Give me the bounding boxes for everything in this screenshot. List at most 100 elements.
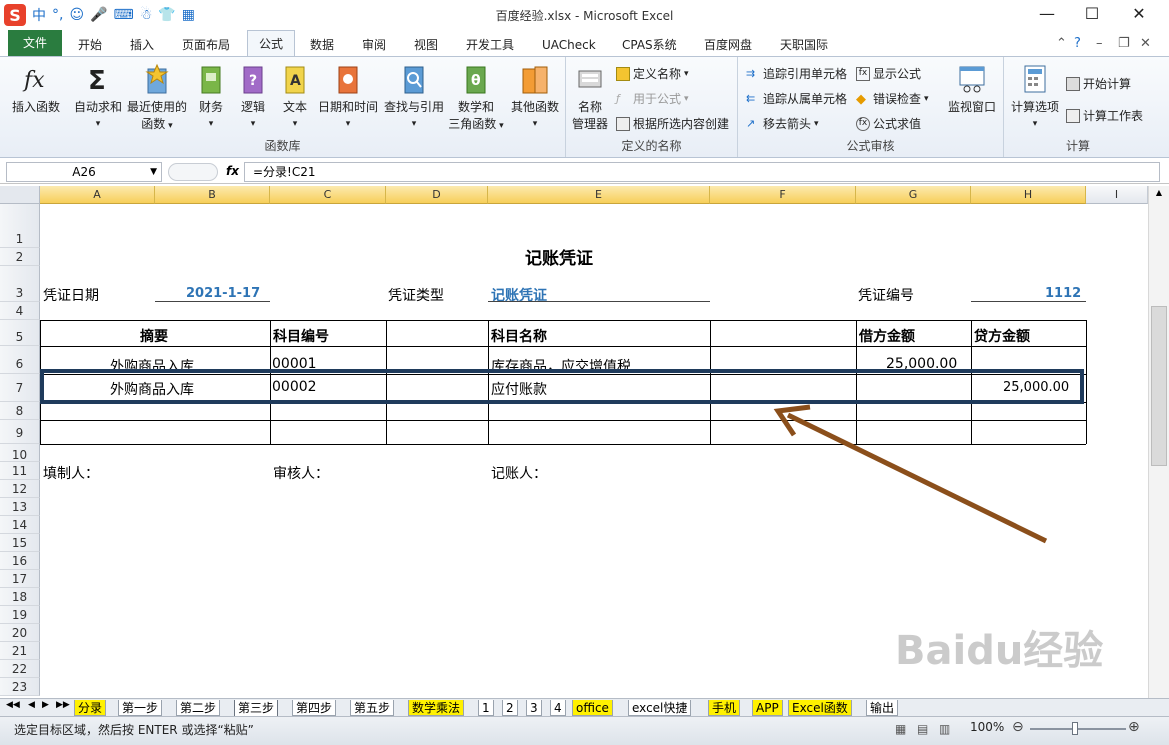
tab-view[interactable]: 视图 xyxy=(410,34,442,56)
row-header[interactable]: 11 xyxy=(0,462,40,480)
trace-precedents-button[interactable]: ⇉ 追踪引用单元格 xyxy=(746,65,847,82)
sheet-tab-step4[interactable]: 第四步 xyxy=(292,700,337,716)
tab-insert[interactable]: 插入 xyxy=(126,34,158,56)
sheet-tab-step1[interactable]: 第一步 xyxy=(118,700,163,716)
type-value[interactable]: 记账凭证 xyxy=(491,285,547,305)
row-header[interactable]: 9 xyxy=(0,420,40,444)
column-header-a[interactable]: A xyxy=(40,186,155,204)
calculate-sheet-button[interactable]: 计算工作表 xyxy=(1066,107,1143,124)
sheet-tab-step3[interactable]: 第三步 xyxy=(234,700,279,717)
scroll-thumb[interactable] xyxy=(1151,306,1167,466)
zoom-out-icon[interactable]: ⊖ xyxy=(1012,719,1024,735)
evaluate-formula-button[interactable]: fx 公式求值 xyxy=(856,115,921,132)
sheet-nav-first-icon[interactable]: ◀◀ xyxy=(6,700,20,710)
row-header[interactable]: 14 xyxy=(0,516,40,534)
row-header[interactable]: 15 xyxy=(0,534,40,552)
tab-cpas[interactable]: CPAS系统 xyxy=(618,34,681,56)
column-header-c[interactable]: C xyxy=(270,186,386,204)
number-value[interactable]: 1112 xyxy=(1045,286,1081,301)
sheet-tab-math[interactable]: 数学乘法 xyxy=(408,700,465,716)
sheet-tab-step5[interactable]: 第五步 xyxy=(350,700,395,716)
column-header-i[interactable]: I xyxy=(1086,186,1148,204)
sheet-tab-app[interactable]: APP xyxy=(752,700,783,716)
zoom-in-icon[interactable]: ⊕ xyxy=(1128,719,1140,735)
sheet-tab-excel-functions[interactable]: Excel函数 xyxy=(788,700,852,716)
page-break-view-icon[interactable]: ▥ xyxy=(939,722,950,736)
formula-input[interactable]: =分录!C21 xyxy=(244,162,1160,182)
sheet-tab-fenlu[interactable]: 分录 xyxy=(74,700,107,716)
row-header[interactable]: 21 xyxy=(0,642,40,660)
row-header[interactable]: 8 xyxy=(0,402,40,420)
collapse-ribbon-icon[interactable]: ⌃ xyxy=(1056,36,1067,51)
row-header[interactable]: 17 xyxy=(0,570,40,588)
close-icon[interactable]: ✕ xyxy=(1124,4,1154,23)
calculate-now-button[interactable]: 开始计算 xyxy=(1066,75,1131,92)
normal-view-icon[interactable]: ▦ xyxy=(895,722,906,736)
recent-functions-button[interactable]: 最近使用的 函数 ▾ xyxy=(124,63,190,132)
sheet-tab-step2[interactable]: 第二步 xyxy=(176,700,221,716)
row-header[interactable]: 23 xyxy=(0,678,40,696)
name-manager-button[interactable]: 名称 管理器 xyxy=(570,63,610,132)
sheet-tab-1[interactable]: 1 xyxy=(478,700,494,716)
row-header[interactable]: 13 xyxy=(0,498,40,516)
watch-window-button[interactable]: 监视窗口 xyxy=(944,63,1000,115)
tab-tianzhi[interactable]: 天职国际 xyxy=(776,34,832,56)
error-checking-button[interactable]: ◆ 错误检查 ▾ xyxy=(856,90,929,107)
minimize-icon[interactable]: — xyxy=(1032,4,1062,23)
sheet-tab-4[interactable]: 4 xyxy=(550,700,566,716)
row-header[interactable]: 12 xyxy=(0,480,40,498)
row-header[interactable]: 19 xyxy=(0,606,40,624)
sheet-tab-phone[interactable]: 手机 xyxy=(708,700,741,716)
row-header[interactable]: 1 xyxy=(0,204,40,248)
sheet-tab-2[interactable]: 2 xyxy=(502,700,518,716)
row-header[interactable]: 10 xyxy=(0,444,40,462)
tab-data[interactable]: 数据 xyxy=(306,34,338,56)
tab-review[interactable]: 审阅 xyxy=(358,34,390,56)
zoom-slider-thumb[interactable] xyxy=(1072,722,1078,735)
define-name-button[interactable]: 定义名称 ▾ xyxy=(616,65,689,82)
sheet-nav-next-icon[interactable]: ▶ xyxy=(42,700,49,710)
name-box[interactable]: A26 ▼ xyxy=(6,162,162,182)
tab-page-layout[interactable]: 页面布局 xyxy=(178,34,234,56)
show-formulas-button[interactable]: fx 显示公式 xyxy=(856,65,921,82)
window-restore-icon[interactable]: ❐ xyxy=(1118,36,1130,51)
sheet-tab-excel-shortcuts[interactable]: excel快捷 xyxy=(628,700,692,716)
row-header[interactable]: 2 xyxy=(0,248,40,266)
use-in-formula-button[interactable]: ƒ 用于公式 ▾ xyxy=(616,90,689,107)
sheet-tab-office[interactable]: office xyxy=(572,700,613,716)
lookup-button[interactable]: 查找与引用 ▾ xyxy=(382,63,446,129)
row-header[interactable]: 20 xyxy=(0,624,40,642)
column-header-f[interactable]: F xyxy=(710,186,856,204)
maximize-icon[interactable]: ☐ xyxy=(1077,4,1107,23)
column-header-b[interactable]: B xyxy=(155,186,270,204)
tab-home[interactable]: 开始 xyxy=(74,34,106,56)
financial-button[interactable]: 财务 ▾ xyxy=(194,63,228,129)
logical-button[interactable]: ? 逻辑 ▾ xyxy=(236,63,270,129)
column-header-d[interactable]: D xyxy=(386,186,488,204)
datetime-button[interactable]: 日期和时间 ▾ xyxy=(316,63,380,129)
column-header-h[interactable]: H xyxy=(971,186,1086,204)
tab-formulas[interactable]: 公式 xyxy=(247,30,295,56)
name-box-dropdown-icon[interactable]: ▼ xyxy=(150,163,157,181)
row-header[interactable]: 18 xyxy=(0,588,40,606)
row-header[interactable]: 5 xyxy=(0,320,40,346)
window-close-icon[interactable]: ✕ xyxy=(1140,36,1151,51)
text-button[interactable]: A 文本 ▾ xyxy=(278,63,312,129)
math-trig-button[interactable]: θ 数学和 三角函数 ▾ xyxy=(448,63,504,132)
row-header[interactable]: 4 xyxy=(0,302,40,320)
create-from-selection-button[interactable]: 根据所选内容创建 xyxy=(616,115,729,132)
tab-uacheck[interactable]: UACheck xyxy=(538,34,600,56)
insert-function-fx-icon[interactable]: fx xyxy=(226,164,239,178)
remove-arrows-button[interactable]: ↗ 移去箭头 ▾ xyxy=(746,115,819,132)
sheet-nav-last-icon[interactable]: ▶▶ xyxy=(56,700,70,710)
row-header[interactable]: 22 xyxy=(0,660,40,678)
calculation-options-button[interactable]: 计算选项 ▾ xyxy=(1008,63,1062,129)
trace-dependents-button[interactable]: ⇇ 追踪从属单元格 xyxy=(746,90,847,107)
window-minimize-icon[interactable]: – xyxy=(1096,36,1103,51)
row-header[interactable]: 6 xyxy=(0,346,40,374)
insert-function-button[interactable]: fx 插入函数 xyxy=(8,63,64,115)
date-value[interactable]: 2021-1-17 xyxy=(186,286,260,301)
column-header-g[interactable]: G xyxy=(856,186,971,204)
column-header-e[interactable]: E xyxy=(488,186,710,204)
formula-bar-splitter[interactable] xyxy=(168,163,218,181)
